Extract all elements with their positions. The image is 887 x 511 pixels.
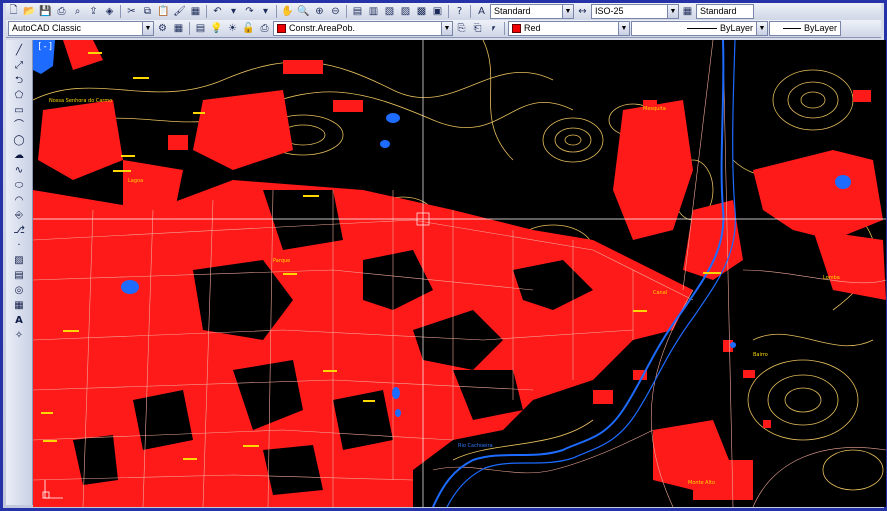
copy-icon[interactable]: ⧉ — [140, 5, 155, 19]
chevron-down-icon: ▼ — [667, 5, 678, 18]
color-swatch — [512, 24, 521, 34]
publish-icon[interactable]: ⇪ — [86, 5, 101, 19]
standard-toolbar: 🗋 📂 💾 ⎙ ⌕ ⇪ ◈ ✂ ⧉ 📋 🖌 ▦ ↶ ▾ ↷ ▾ ✋ 🔍 ⊕ ⊖ … — [6, 3, 881, 21]
dim-style-icon[interactable]: ↔ — [575, 5, 590, 19]
table-icon[interactable]: ▦ — [11, 299, 27, 312]
redo-icon[interactable]: ↷ — [242, 5, 257, 19]
map-label: Lagoa — [128, 178, 144, 184]
autocad-window: 🗋 📂 💾 ⎙ ⌕ ⇪ ◈ ✂ ⧉ 📋 🖌 ▦ ↶ ▾ ↷ ▾ ✋ 🔍 ⊕ ⊖ … — [0, 0, 887, 511]
workspace-select[interactable]: AutoCAD Classic ▼ — [8, 21, 154, 36]
help-icon[interactable]: ? — [452, 5, 467, 19]
chevron-down-icon: ▼ — [142, 22, 153, 35]
zoom-realtime-icon[interactable]: 🔍 — [296, 5, 311, 19]
layer-previous-icon[interactable]: ⎗ — [470, 22, 485, 36]
plot-icon[interactable]: ⎙ — [257, 22, 272, 36]
design-center-icon[interactable]: ▥ — [366, 5, 381, 19]
chevron-down-icon: ▼ — [756, 22, 767, 35]
cut-icon[interactable]: ✂ — [124, 5, 139, 19]
layer-select[interactable]: Constr.AreaPob. ▼ — [273, 21, 453, 36]
properties-icon[interactable]: ▤ — [350, 5, 365, 19]
markup-icon[interactable]: ▩ — [414, 5, 429, 19]
linetype-select[interactable]: ByLayer ▼ — [631, 21, 768, 36]
chevron-down-icon: ▼ — [441, 22, 452, 35]
ellipse-arc-icon[interactable]: ◠ — [11, 194, 27, 207]
map-label: Rio Cachoeira — [458, 443, 493, 449]
text-style-select[interactable]: Standard ▼ — [490, 4, 574, 19]
polyline-icon[interactable]: ⮌ — [11, 74, 27, 87]
open-icon[interactable]: 📂 — [22, 5, 37, 19]
new-icon[interactable]: 🗋 — [6, 5, 21, 19]
lightbulb-icon[interactable]: 💡 — [209, 22, 224, 36]
drawing-canvas[interactable]: [-] Nossa Senhora do Carmo Mesquita Lago… — [33, 40, 886, 507]
workspace-settings-icon[interactable]: ⚙ — [155, 22, 170, 36]
color-select[interactable]: Red ▼ — [508, 21, 630, 36]
undo-icon[interactable]: ↶ — [210, 5, 225, 19]
map-drawing — [33, 40, 886, 507]
map-label: Nossa Senhora do Carmo — [49, 98, 113, 104]
match-properties-icon[interactable]: 🖌 — [172, 5, 187, 19]
sheet-set-icon[interactable]: ▨ — [398, 5, 413, 19]
rectangle-icon[interactable]: ▭ — [11, 104, 27, 117]
draw-toolbar: ╱ ⤢ ⮌ ⬠ ▭ ⌒ ◯ ☁ ∿ ⬭ ◠ ⎆ ⎇ · ▨ ▤ ◎ ▦ A ✧ — [6, 40, 33, 505]
make-block-icon[interactable]: ⎇ — [11, 224, 27, 237]
sun-icon[interactable]: ☀ — [225, 22, 240, 36]
tool-palettes-icon[interactable]: ▧ — [382, 5, 397, 19]
table-style-icon[interactable]: ▦ — [680, 5, 695, 19]
layers-properties-toolbar: AutoCAD Classic ▼ ⚙ ▦ ▤ 💡 ☀ 🔓 ⎙ Constr.Ar… — [6, 20, 881, 38]
map-label: Bairro — [753, 352, 768, 358]
arc-icon[interactable]: ⌒ — [11, 119, 27, 132]
zoom-previous-icon[interactable]: ⊖ — [328, 5, 343, 19]
map-label: Parque — [273, 258, 291, 264]
3d-dwf-icon[interactable]: ◈ — [102, 5, 117, 19]
save-icon[interactable]: 💾 — [38, 5, 53, 19]
chevron-down-icon: ▼ — [562, 5, 573, 18]
viewport-control-label[interactable]: [-] — [37, 42, 53, 52]
point-icon[interactable]: · — [11, 239, 27, 252]
print-icon[interactable]: ⎙ — [54, 5, 69, 19]
paste-icon[interactable]: 📋 — [156, 5, 171, 19]
ellipse-icon[interactable]: ⬭ — [11, 179, 27, 192]
text-style-icon[interactable]: A — [474, 5, 489, 19]
my-workspace-icon[interactable]: ▦ — [171, 22, 186, 36]
zoom-window-icon[interactable]: ⊕ — [312, 5, 327, 19]
chevron-down-icon: ▼ — [618, 22, 629, 35]
gradient-icon[interactable]: ▤ — [11, 269, 27, 282]
revision-cloud-icon[interactable]: ☁ — [11, 149, 27, 162]
layer-manager-icon[interactable]: ▤ — [193, 22, 208, 36]
region-icon[interactable]: ◎ — [11, 284, 27, 297]
lock-icon[interactable]: 🔓 — [241, 22, 256, 36]
hatch-icon[interactable]: ▨ — [11, 254, 27, 267]
spline-icon[interactable]: ∿ — [11, 164, 27, 177]
calculator-icon[interactable]: ▣ — [430, 5, 445, 19]
map-label: Canal — [653, 290, 668, 296]
block-editor-icon[interactable]: ▦ — [188, 5, 203, 19]
layer-states-icon[interactable]: ⎖ — [486, 22, 501, 36]
dim-style-select[interactable]: ISO-25 ▼ — [591, 4, 679, 19]
add-selected-icon[interactable]: ✧ — [11, 329, 27, 342]
map-label: Lomba — [823, 275, 840, 281]
line-icon[interactable]: ╱ — [11, 44, 27, 57]
layer-color-swatch — [277, 24, 286, 34]
multiline-text-icon[interactable]: A — [11, 314, 27, 327]
circle-icon[interactable]: ◯ — [11, 134, 27, 147]
pan-icon[interactable]: ✋ — [280, 5, 295, 19]
polygon-icon[interactable]: ⬠ — [11, 89, 27, 102]
table-style-select[interactable]: Standard — [696, 4, 754, 19]
undo-dropdown-icon[interactable]: ▾ — [226, 5, 241, 19]
lineweight-select[interactable]: ByLayer — [769, 21, 841, 36]
make-current-icon[interactable]: ⎘ — [454, 22, 469, 36]
redo-dropdown-icon[interactable]: ▾ — [258, 5, 273, 19]
construction-line-icon[interactable]: ⤢ — [11, 59, 27, 72]
insert-block-icon[interactable]: ⎆ — [11, 209, 27, 222]
map-label: Mesquita — [643, 106, 666, 112]
preview-icon[interactable]: ⌕ — [70, 5, 85, 19]
map-label: Monte Alto — [688, 480, 715, 486]
